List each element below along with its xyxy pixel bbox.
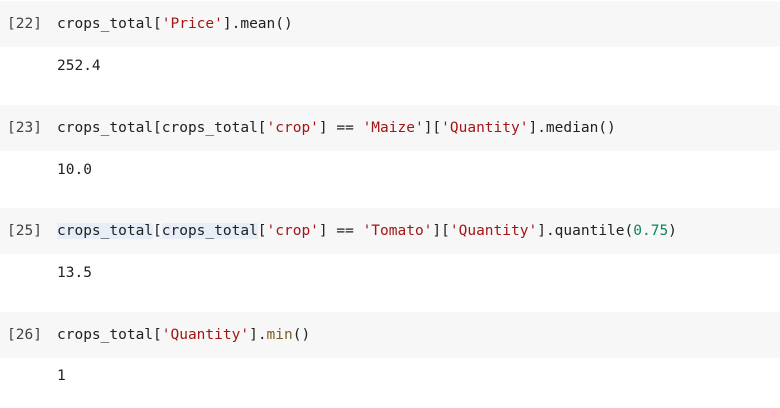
code-token: .median() xyxy=(537,120,616,136)
code-token: . xyxy=(257,327,267,343)
code-token: .quantile( xyxy=(545,223,634,239)
code-input-23[interactable]: [23] crops_total[crops_total['crop'] == … xyxy=(0,105,780,151)
code-input-25[interactable]: [25] crops_total[crops_total['crop'] == … xyxy=(0,208,780,254)
execution-count-26: [26] xyxy=(7,327,42,343)
code-token: [ xyxy=(432,120,442,136)
code-string: 'Price' xyxy=(161,16,223,32)
code-token: ] xyxy=(318,223,328,239)
code-token-highlighted: crops_total xyxy=(57,223,154,239)
code-token: [ xyxy=(257,223,267,239)
cell-output-23: 10.0 xyxy=(57,162,92,178)
code-line-26[interactable]: crops_total['Quantity'].min() xyxy=(57,312,310,358)
code-line-22[interactable]: crops_total['Price'].mean() xyxy=(57,1,293,47)
code-string: 'crop' xyxy=(266,223,319,239)
code-token: [ xyxy=(153,16,162,32)
cell-output-26: 1 xyxy=(57,368,66,384)
code-token: .mean() xyxy=(231,16,293,32)
code-string: 'Tomato' xyxy=(362,223,433,239)
code-token: () xyxy=(292,327,311,343)
code-line-23[interactable]: crops_total[crops_total['crop'] == 'Maiz… xyxy=(57,105,616,151)
cell-output-22: 252.4 xyxy=(57,58,101,74)
code-token: crops_total xyxy=(57,16,154,32)
execution-count-22: [22] xyxy=(7,16,42,32)
code-input-26[interactable]: [26] crops_total['Quantity'].min() xyxy=(0,312,780,358)
code-number: 0.75 xyxy=(633,223,669,239)
code-string: 'Quantity' xyxy=(449,223,538,239)
code-token: ] xyxy=(249,327,258,343)
code-operator: == xyxy=(327,223,363,239)
code-line-25[interactable]: crops_total[crops_total['crop'] == 'Toma… xyxy=(57,208,677,254)
code-function: min xyxy=(266,327,293,343)
code-token: [ xyxy=(257,120,267,136)
code-string: 'crop' xyxy=(266,120,319,136)
code-token: ] xyxy=(318,120,328,136)
code-token: [ xyxy=(153,327,162,343)
code-token: ] xyxy=(528,120,538,136)
code-token: [ xyxy=(441,223,450,239)
code-string: 'Quantity' xyxy=(161,327,250,343)
code-token-highlighted: crops_total xyxy=(161,223,258,239)
code-token: crops_total xyxy=(57,120,154,136)
cell-output-25: 13.5 xyxy=(57,265,92,281)
code-token: crops_total xyxy=(57,327,154,343)
code-token: ] xyxy=(432,223,442,239)
code-token: ) xyxy=(668,223,677,239)
code-token: ] xyxy=(222,16,232,32)
code-token: crops_total xyxy=(161,120,258,136)
code-operator: == xyxy=(327,120,363,136)
code-token: ] xyxy=(537,223,546,239)
code-string: 'Quantity' xyxy=(441,120,529,136)
code-input-22[interactable]: [22] crops_total['Price'].mean() xyxy=(0,1,780,47)
code-token: [ xyxy=(153,120,162,136)
code-string: 'Maize' xyxy=(362,120,424,136)
execution-count-25: [25] xyxy=(7,223,42,239)
execution-count-23: [23] xyxy=(7,120,42,136)
code-token: [ xyxy=(153,223,162,239)
